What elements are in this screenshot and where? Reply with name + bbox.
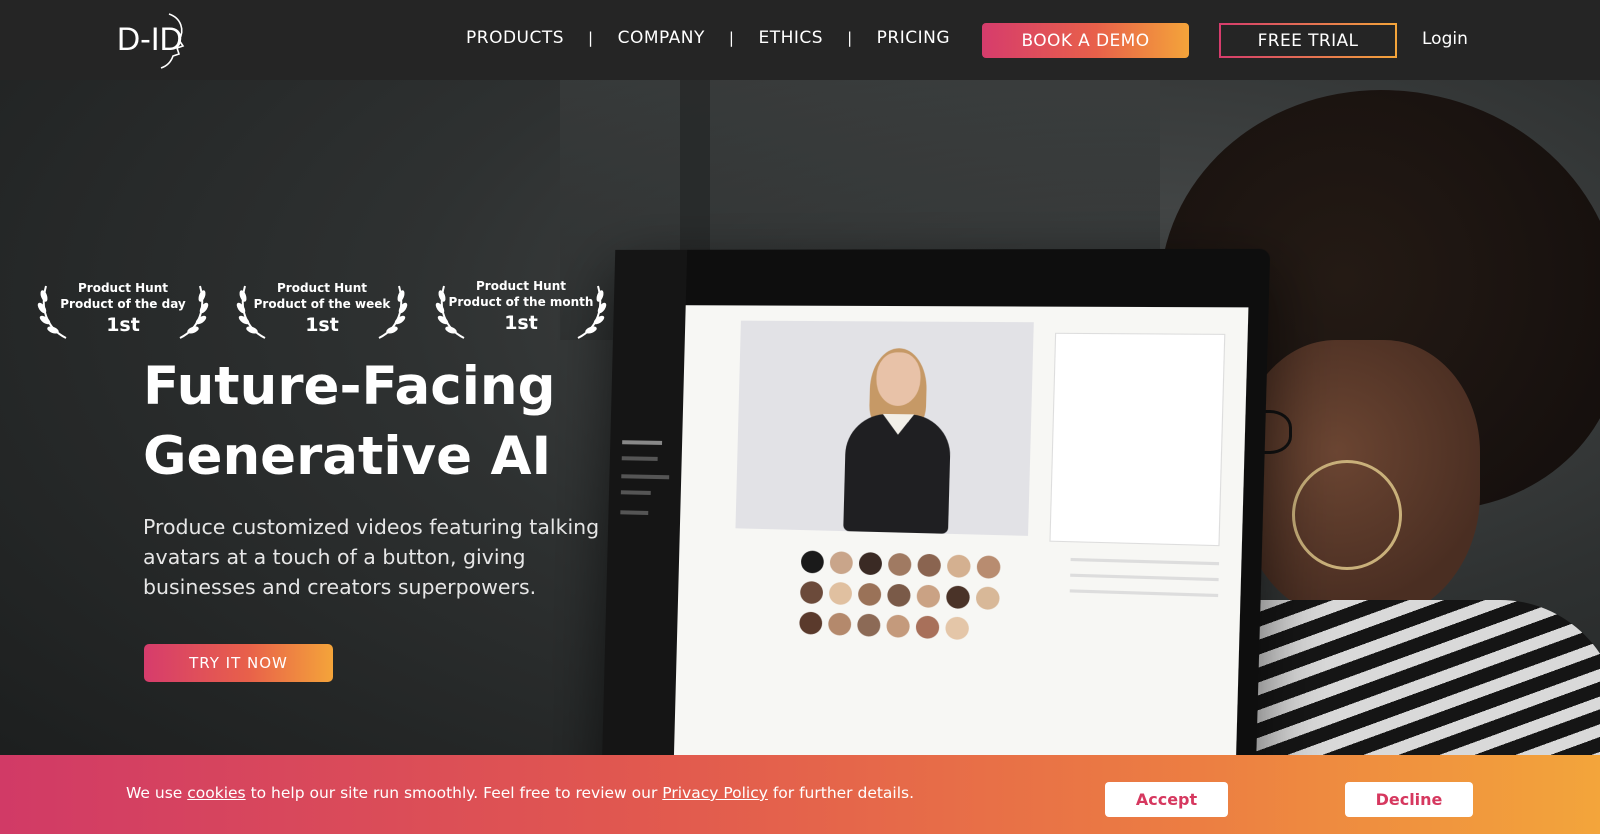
cookies-link[interactable]: cookies (187, 784, 245, 802)
avatar-thumb (887, 583, 911, 608)
award-line1: Product Hunt (78, 281, 168, 295)
avatar-thumb (946, 554, 971, 578)
award-line1: Product Hunt (476, 279, 566, 293)
award-line1: Product Hunt (277, 281, 367, 295)
monitor-image (600, 248, 1271, 834)
nav-separator: | (728, 29, 735, 47)
cookie-banner: We use cookies to help our site run smoo… (0, 755, 1600, 834)
avatar-thumb (886, 614, 910, 638)
earring-image (1292, 460, 1402, 570)
screen-avatar-grid (799, 550, 1044, 651)
hero-subtitle: Produce customized videos featuring talk… (143, 515, 600, 599)
screen-video-preview (735, 320, 1034, 536)
nav-separator: | (847, 29, 853, 47)
award-title: Product Hunt Product of the day (36, 280, 210, 312)
avatar-thumb (828, 581, 853, 606)
cookie-message: We use cookies to help our site run smoo… (126, 784, 914, 802)
award-product-of-month: Product Hunt Product of the month 1st (434, 278, 633, 342)
avatar-thumb (976, 555, 1001, 579)
award-title: Product Hunt Product of the week (235, 280, 409, 312)
avatar-thumb (975, 586, 1000, 610)
screen-main (673, 305, 1249, 808)
login-link[interactable]: Login (1422, 29, 1468, 49)
screen-settings-lines (1069, 557, 1220, 610)
avatar-thumb (828, 612, 852, 636)
book-demo-button[interactable]: BOOK A DEMO (982, 23, 1189, 58)
avatar-thumb (800, 550, 825, 574)
try-it-now-button[interactable]: TRY IT NOW (144, 644, 333, 682)
screen-script-panel (1049, 332, 1226, 547)
award-badges: Product Hunt Product of the day 1st Prod… (36, 278, 633, 342)
screen-sidebar-item (620, 510, 649, 515)
award-rank: 1st (106, 314, 140, 336)
award-rank: 1st (305, 314, 339, 336)
hero-title: Future-Facing Generative AI (143, 352, 663, 492)
avatar-thumb (917, 553, 942, 578)
avatar-thumb (857, 613, 881, 637)
avatar-woman-image (838, 348, 958, 534)
award-product-of-day: Product Hunt Product of the day 1st (36, 280, 235, 342)
logo-text: D-ID (117, 21, 183, 57)
avatar-thumb (829, 551, 854, 575)
privacy-policy-link[interactable]: Privacy Policy (662, 784, 768, 802)
avatar-thumb (916, 584, 941, 609)
nav-products[interactable]: PRODUCTS (466, 28, 564, 48)
nav-ethics[interactable]: ETHICS (758, 28, 823, 48)
avatar-thumb (858, 552, 883, 576)
nav-separator: | (588, 29, 594, 47)
avatar-thumb (946, 585, 970, 610)
award-line2: Product of the day (60, 297, 186, 311)
award-title: Product Hunt Product of the month (434, 278, 608, 310)
accept-cookies-button[interactable]: Accept (1105, 782, 1228, 817)
nav-pricing[interactable]: PRICING (877, 28, 950, 48)
avatar-thumb (887, 552, 912, 577)
avatar-thumb (799, 611, 823, 635)
cookie-text-middle: to help our site run smoothly. Feel free… (245, 784, 663, 802)
decline-cookies-button[interactable]: Decline (1345, 782, 1473, 817)
avatar-thumb (915, 615, 940, 640)
cookie-text-after: for further details. (767, 784, 915, 802)
top-navigation: D-ID PRODUCTS | COMPANY | ETHICS | PRICI… (0, 0, 1600, 80)
nav-links: PRODUCTS | COMPANY | ETHICS | PRICING (466, 28, 950, 48)
avatar-thumb (857, 582, 882, 607)
award-product-of-week: Product Hunt Product of the week 1st (235, 280, 434, 342)
hero-title-line1: Future-Facing (143, 356, 556, 417)
hero-title-line2: Generative AI (143, 426, 552, 487)
cookie-text-before: We use (126, 784, 188, 802)
free-trial-button[interactable]: FREE TRIAL (1219, 23, 1397, 58)
award-line2: Product of the week (253, 297, 391, 311)
nav-company[interactable]: COMPANY (618, 28, 705, 48)
award-line2: Product of the month (448, 295, 594, 309)
d-id-logo[interactable]: D-ID (117, 10, 189, 70)
award-rank: 1st (504, 312, 538, 334)
avatar-thumb (799, 580, 824, 605)
avatar-thumb (945, 616, 970, 641)
hero-section: Product Hunt Product of the day 1st Prod… (0, 80, 1600, 834)
